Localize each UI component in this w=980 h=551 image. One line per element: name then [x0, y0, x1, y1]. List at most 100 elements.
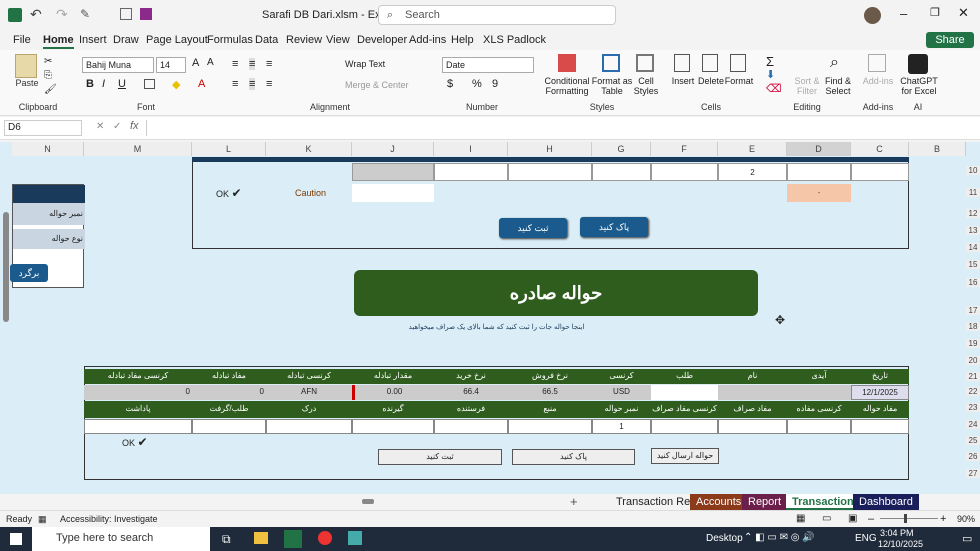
percent-icon[interactable]: %	[472, 78, 482, 90]
addins-icon[interactable]	[868, 54, 886, 72]
tray-icons[interactable]: ⌃ ◧ ▭ ✉ ◎ 🔊	[744, 532, 815, 543]
cell-h10[interactable]	[508, 163, 592, 181]
row-header[interactable]: 10	[966, 166, 980, 175]
data-cell[interactable]	[787, 385, 851, 400]
column-header-k[interactable]: K	[266, 142, 352, 156]
add-sheet-icon[interactable]: +	[570, 494, 578, 509]
row-header[interactable]: 23	[966, 403, 980, 412]
save-button[interactable]: ثبت کنید	[499, 218, 567, 238]
cut-icon[interactable]: ✂	[44, 56, 52, 67]
notification-icon[interactable]: ▭	[962, 532, 972, 545]
excel-taskbar-icon[interactable]	[284, 530, 302, 548]
clock-time[interactable]: 3:04 PM	[880, 528, 914, 538]
language-indicator[interactable]: ENG	[855, 533, 877, 544]
currency-icon[interactable]: $	[447, 78, 453, 90]
data-cell[interactable]: 0	[84, 385, 192, 400]
menu-file[interactable]: File	[13, 34, 31, 46]
data-cell[interactable]	[651, 385, 718, 400]
formula-input[interactable]	[146, 120, 961, 136]
cell-d10[interactable]	[787, 163, 851, 181]
row-header[interactable]: 21	[966, 372, 980, 381]
row-header[interactable]: 11	[966, 188, 980, 197]
italic-icon[interactable]: I	[102, 78, 105, 90]
row-header[interactable]: 16	[966, 278, 980, 287]
data-cell[interactable]: 1	[592, 419, 651, 434]
menu-home[interactable]: Home	[43, 34, 74, 49]
column-header-h[interactable]: H	[508, 142, 592, 156]
cell-j10[interactable]	[352, 163, 434, 181]
column-header-l[interactable]: L	[192, 142, 266, 156]
cell-e10[interactable]: 2	[718, 163, 787, 181]
accessibility-status[interactable]: Accessibility: Investigate	[60, 514, 158, 524]
column-header-e[interactable]: E	[718, 142, 787, 156]
row-header[interactable]: 12	[966, 209, 980, 218]
redo-icon[interactable]: ↷	[56, 6, 68, 23]
data-cell[interactable]	[84, 419, 192, 434]
data-cell[interactable]: 0	[192, 385, 266, 400]
cell-styles-button[interactable]: Cell Styles	[628, 76, 664, 96]
cell-i10[interactable]	[434, 163, 508, 181]
borders-icon[interactable]	[144, 79, 155, 89]
column-header-d[interactable]: D	[787, 142, 851, 156]
desktop-label[interactable]: Desktop	[706, 533, 743, 544]
row-header[interactable]: 19	[966, 339, 980, 348]
find-select-button[interactable]: Find & Select	[820, 76, 856, 96]
search-box[interactable]: ⌕ Search	[378, 5, 616, 25]
cell-g10[interactable]	[592, 163, 651, 181]
menu-insert[interactable]: Insert	[79, 34, 107, 46]
row-header[interactable]: 18	[966, 322, 980, 331]
column-header-j[interactable]: J	[352, 142, 434, 156]
sort-filter-button[interactable]: Sort & Filter	[790, 76, 824, 96]
file-explorer-icon[interactable]	[254, 532, 268, 544]
align-right-icon[interactable]: ≡	[266, 78, 272, 90]
data-cell[interactable]: AFN	[266, 385, 352, 400]
page-break-view-icon[interactable]: ▣	[848, 513, 857, 524]
format-cells-button[interactable]: Format	[722, 76, 756, 86]
undo-icon[interactable]: ↶	[30, 6, 42, 23]
clear-button-2[interactable]: پاک کنید	[512, 449, 635, 465]
align-top-icon[interactable]: ≡	[232, 58, 238, 70]
column-header-i[interactable]: I	[434, 142, 508, 156]
font-name-select[interactable]: Bahij Muna	[82, 57, 154, 73]
cell-c10[interactable]	[851, 163, 909, 181]
restore-icon[interactable]: ❐	[930, 6, 940, 19]
avatar[interactable]	[864, 7, 881, 24]
format-painter-icon[interactable]: ✎	[80, 7, 90, 21]
zoom-level[interactable]: 90%	[957, 514, 975, 524]
chatgpt-button[interactable]: ChatGPT for Excel	[898, 76, 940, 96]
fill-icon[interactable]: ⬇	[766, 68, 775, 81]
zoom-out-icon[interactable]: –	[868, 513, 874, 525]
data-cell[interactable]	[718, 385, 787, 400]
menu-developer[interactable]: Developer	[357, 34, 407, 46]
wrap-text-button[interactable]: Wrap Text	[345, 59, 385, 69]
data-cell[interactable]	[508, 419, 592, 434]
chrome-icon[interactable]	[318, 531, 332, 545]
send-transfer-button[interactable]: حواله ارسال کنید	[651, 448, 719, 464]
delete-cells-icon[interactable]	[702, 54, 718, 72]
menu-help[interactable]: Help	[451, 34, 474, 46]
taskbar-search[interactable]: Type here to search	[32, 527, 210, 551]
row-header[interactable]: 14	[966, 243, 980, 252]
zoom-slider[interactable]	[880, 518, 938, 519]
function-icon[interactable]: fx	[130, 120, 139, 132]
bold-icon[interactable]: B	[86, 78, 94, 90]
tab-dashboard[interactable]: Dashboard	[853, 494, 919, 510]
save-button-2[interactable]: ثبت کنید	[378, 449, 502, 465]
copy-icon[interactable]: ⎘	[44, 70, 52, 81]
row-header[interactable]: 25	[966, 436, 980, 445]
menu-xls-padlock[interactable]: XLS Padlock	[483, 34, 546, 46]
menu-review[interactable]: Review	[286, 34, 322, 46]
back-button[interactable]: برگرد	[10, 264, 48, 282]
row-header[interactable]: 13	[966, 226, 980, 235]
menu-formulas[interactable]: Formulas	[207, 34, 253, 46]
data-cell[interactable]: 12/1/2025	[851, 385, 909, 400]
merge-center-button[interactable]: Merge & Center	[345, 80, 409, 90]
data-cell[interactable]	[192, 419, 266, 434]
cell-d11[interactable]: -	[787, 184, 851, 202]
column-header-n[interactable]: N	[12, 142, 84, 156]
font-size-select[interactable]: 14	[156, 57, 186, 73]
zoom-slider-thumb[interactable]	[904, 514, 907, 523]
tab-accounts[interactable]: Accounts	[690, 494, 748, 510]
fill-color-icon[interactable]: ◆	[172, 78, 180, 91]
chatgpt-icon[interactable]	[908, 54, 928, 74]
